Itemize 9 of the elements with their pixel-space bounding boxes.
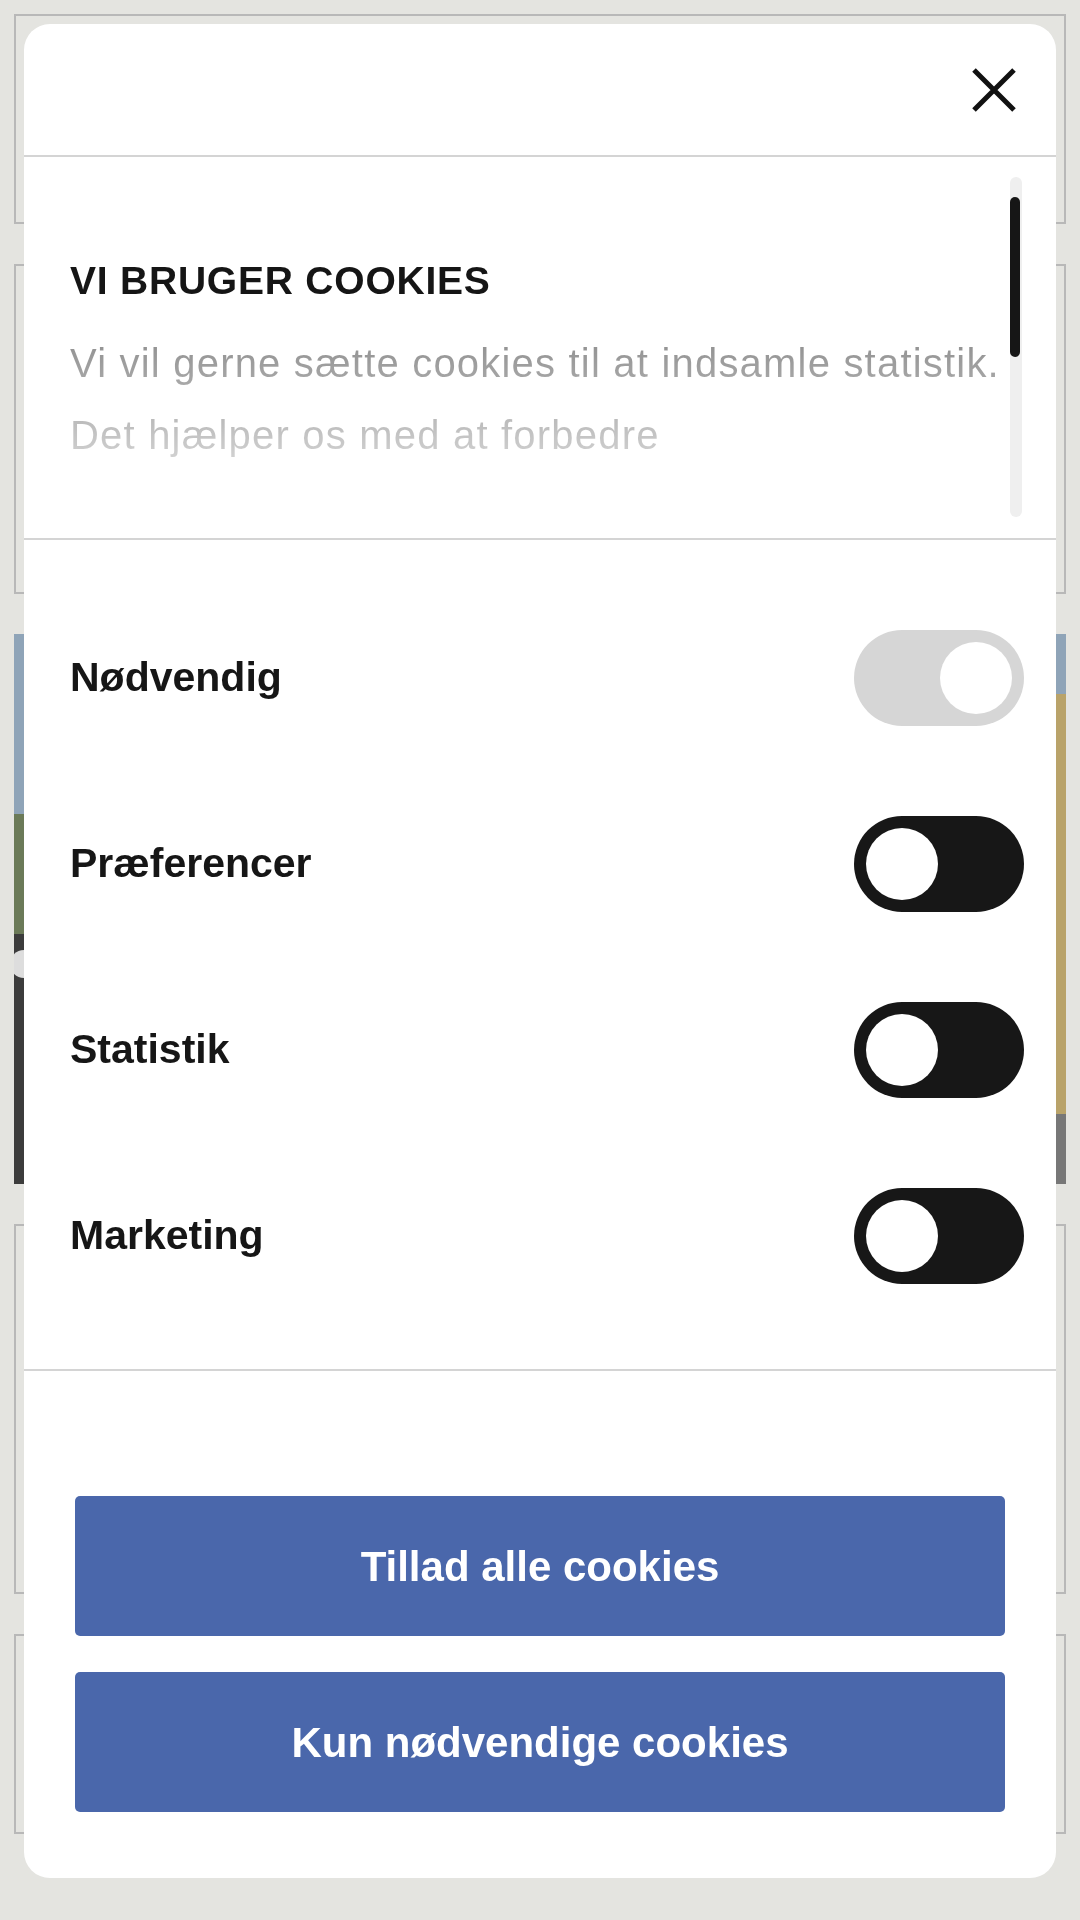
close-icon[interactable] <box>972 67 1016 112</box>
scrollbar[interactable] <box>1010 177 1022 517</box>
category-label: Statistik <box>70 1025 230 1075</box>
category-label: Nødvendig <box>70 653 282 703</box>
category-label: Marketing <box>70 1211 264 1261</box>
cookie-button[interactable]: Kun nødvendige cookies <box>75 1672 1005 1812</box>
cookie-button[interactable]: Tillad alle cookies <box>75 1496 1005 1636</box>
category-label: Præferencer <box>70 839 312 889</box>
dialog-heading: VI BRUGER COOKIES <box>70 258 492 304</box>
